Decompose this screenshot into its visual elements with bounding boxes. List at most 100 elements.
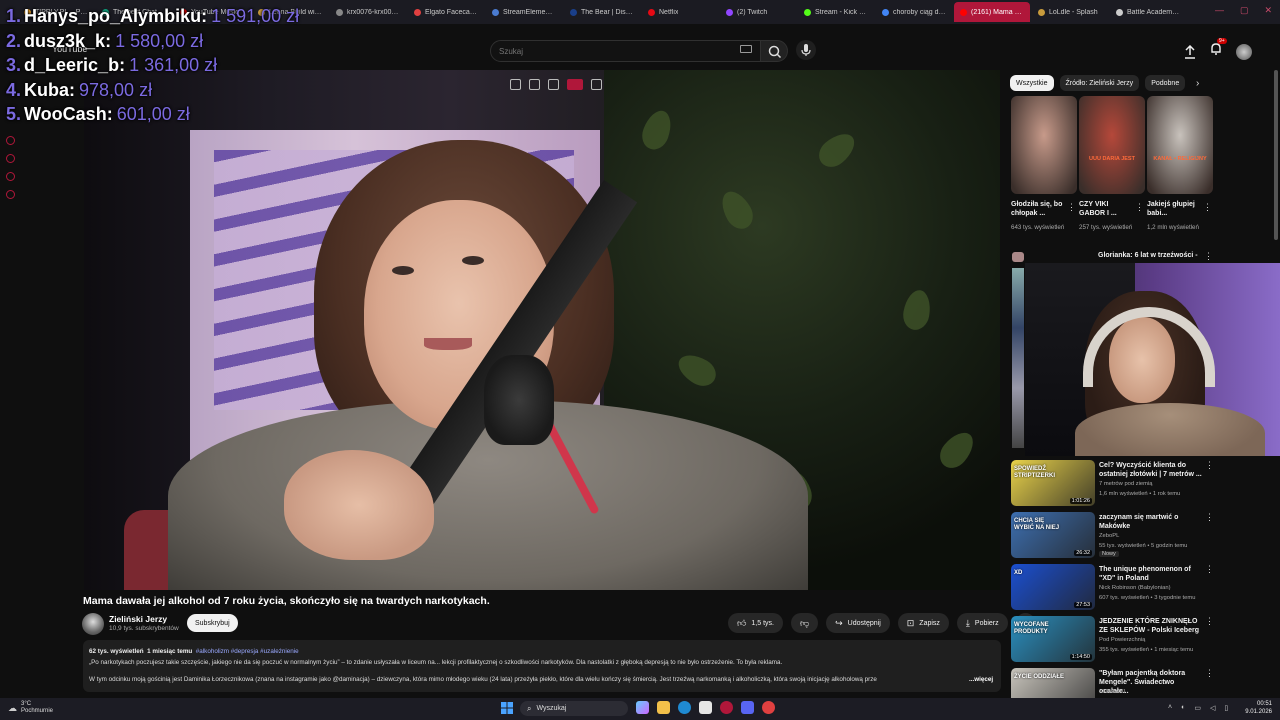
copilot-icon[interactable] xyxy=(636,701,649,714)
taskbar-search[interactable]: ⌕ Wyszukaj xyxy=(520,701,628,716)
recommendation-thumbnail[interactable]: XD 27:53 xyxy=(1011,564,1095,610)
short-title[interactable]: Głodziła się, bo chłopak ... xyxy=(1011,200,1067,220)
filter-chip[interactable]: Źródło: Zieliński Jerzy xyxy=(1059,75,1140,91)
bell-icon xyxy=(1211,43,1221,55)
avatar[interactable] xyxy=(1236,43,1252,60)
recommendation-channel[interactable]: Nick Robinson (Babylonian) xyxy=(1099,584,1171,593)
recommendation-title[interactable]: JEDZENIE KTÓRE ZNIKNĘŁO ZE SKLEPÓW - Pol… xyxy=(1099,617,1203,635)
short-thumbnail[interactable] xyxy=(1011,96,1077,194)
dislike-button[interactable]: 👎︎ xyxy=(790,613,819,633)
short-thumbnail[interactable]: KANAŁ • RELIGIJNY xyxy=(1147,96,1213,194)
voice-search-button[interactable] xyxy=(796,40,816,60)
share-icon: ↪ xyxy=(835,617,843,628)
browser-tab[interactable]: Netflix xyxy=(642,2,718,22)
video-actions: 👍︎ 1,5 tys. 👎︎ ↪ Udostępnij ⊡ Zapisz ⤓ P… xyxy=(728,613,1035,633)
rail-icon[interactable] xyxy=(6,154,15,163)
minimize-icon[interactable]: — xyxy=(1215,5,1224,16)
filter-chip[interactable]: Wszystkie xyxy=(1010,75,1054,91)
start-button[interactable] xyxy=(500,701,514,715)
recommendation-thumbnail[interactable]: WYCOFANE PRODUKTY 1:14:50 xyxy=(1011,616,1095,662)
recommendation-title[interactable]: The unique phenomenon of "XD" in Poland xyxy=(1099,565,1203,583)
page-scrollbar[interactable] xyxy=(1274,70,1278,240)
recommendation-channel[interactable]: 7 metrów pod ziemią xyxy=(1099,480,1152,489)
edge-icon[interactable] xyxy=(678,701,691,714)
miniplayer-icon[interactable] xyxy=(510,79,521,90)
notifications-button[interactable]: 9+ xyxy=(1210,38,1227,61)
subscribe-button[interactable]: Subskrybuj xyxy=(187,614,238,632)
more-options-icon[interactable]: ⋮ xyxy=(1204,251,1213,262)
search-input[interactable] xyxy=(499,46,729,56)
download-button[interactable]: ⤓ Pobierz xyxy=(956,613,1008,633)
video-title: Mama dawała jej alkohol od 7 roku życia,… xyxy=(83,595,490,607)
show-more-link[interactable]: ...więcej xyxy=(969,674,993,685)
short-views: 643 tys. wyświetleń xyxy=(1011,224,1065,231)
upload-icon[interactable] xyxy=(1184,44,1196,59)
hashtags[interactable]: #alkoholizm #depresja #uzależnienie xyxy=(196,648,299,655)
browser-tab[interactable]: choroby ciąg dals... xyxy=(876,2,952,22)
system-clock[interactable]: 00:51 9.01.2026 xyxy=(1245,700,1272,716)
browser-tab[interactable]: The Bear | Disney+ xyxy=(564,2,640,22)
more-options-icon[interactable]: ⋮ xyxy=(1205,564,1214,575)
partial-thumb xyxy=(1012,252,1024,262)
filter-chip[interactable]: Podobne xyxy=(1145,75,1186,91)
weather-widget[interactable]: ☁ 3°C Pochmurnie xyxy=(8,701,53,715)
microphone xyxy=(484,355,554,445)
more-options-icon[interactable]: ⋮ xyxy=(1205,460,1214,471)
close-icon[interactable]: ✕ xyxy=(1264,5,1272,16)
browser-tab[interactable]: (2161) Mama dawała jej al... xyxy=(954,2,1030,22)
save-button[interactable]: ⊡ Zapisz xyxy=(897,613,949,633)
enter-icon[interactable] xyxy=(529,79,540,90)
discord-icon[interactable] xyxy=(741,701,754,714)
video-player[interactable] xyxy=(84,70,1000,590)
battery-icon[interactable]: ▯ xyxy=(1224,704,1228,712)
browser-tab[interactable]: Battle Academia Bl... xyxy=(1110,2,1186,22)
recommendation-channel[interactable]: ZeboPL xyxy=(1099,532,1119,541)
recommendation-channel[interactable]: SKRAWKI xyxy=(1099,688,1126,697)
more-options-icon[interactable]: ⋮ xyxy=(1067,202,1076,213)
more-options-icon[interactable]: ⋮ xyxy=(1203,202,1212,213)
channel-avatar[interactable] xyxy=(82,613,104,635)
chevron-right-icon[interactable]: › xyxy=(1196,78,1199,89)
network-icon[interactable]: ▭ xyxy=(1194,704,1201,712)
theater-mode-icon[interactable] xyxy=(567,79,583,90)
player-top-controls xyxy=(510,79,602,90)
short-title[interactable]: CZY VIKI GABOR I ... xyxy=(1079,200,1135,220)
rail-icon[interactable] xyxy=(6,172,15,181)
app-tray-icon[interactable]: ◐ xyxy=(1181,704,1185,712)
video-description[interactable]: 62 tys. wyświetleń 1 miesiąc temu #alkoh… xyxy=(83,640,1001,692)
short-title[interactable]: Jakiejś głupiej babi... xyxy=(1147,200,1203,220)
recommendation-title[interactable]: Cel? Wyczyścić klienta do ostatniej złot… xyxy=(1099,461,1203,479)
browser-tab[interactable]: krx0076-krx0077... xyxy=(330,2,406,22)
maximize-icon[interactable]: ▢ xyxy=(1240,5,1249,16)
share-button[interactable]: ↪ Udostępnij xyxy=(826,613,890,633)
browser-tab[interactable]: Stream - Kick Das... xyxy=(798,2,874,22)
more-options-icon[interactable]: ⋮ xyxy=(1205,616,1214,627)
notification-badge: 9+ xyxy=(1217,38,1227,44)
store-icon[interactable] xyxy=(699,701,712,714)
keyboard-icon[interactable] xyxy=(740,45,752,53)
file-explorer-icon[interactable] xyxy=(657,701,670,714)
volume-icon[interactable]: ◁ xyxy=(1210,704,1215,712)
more-options-icon[interactable]: ⋮ xyxy=(1205,512,1214,523)
chevron-up-icon[interactable]: ˄ xyxy=(1168,704,1172,712)
channel-name[interactable]: Zieliński Jerzy xyxy=(109,614,167,624)
rail-icon[interactable] xyxy=(6,190,15,199)
browser-tab[interactable]: StreamElements | ... xyxy=(486,2,562,22)
like-button[interactable]: 👍︎ 1,5 tys. xyxy=(728,613,783,633)
more-options-icon[interactable]: ⋮ xyxy=(1205,668,1214,679)
captions-icon[interactable] xyxy=(591,79,602,90)
opera-gx-icon[interactable] xyxy=(720,701,733,714)
recommendation-title[interactable]: zaczynam się martwić o Makówke xyxy=(1099,513,1203,531)
browser-tab[interactable]: LoLdle - Splash xyxy=(1032,2,1108,22)
browser-tab[interactable]: Elgato Facecam M... xyxy=(408,2,484,22)
recommendation-thumbnail[interactable]: SPOWIEDŹ STRIPTIZERKI 1:01:26 xyxy=(1011,460,1095,506)
short-thumbnail[interactable]: UUU DARIA JEST xyxy=(1079,96,1145,194)
rail-icon[interactable] xyxy=(6,136,15,145)
more-options-icon[interactable]: ⋮ xyxy=(1135,202,1144,213)
skip-icon[interactable] xyxy=(548,79,559,90)
recommendation-thumbnail[interactable]: CHCIA SIĘ WYBIĆ NA NIEJ 26:32 xyxy=(1011,512,1095,558)
recommendation-channel[interactable]: Pod Powierzchnią xyxy=(1099,636,1145,645)
search-button[interactable] xyxy=(760,40,788,62)
app-icon[interactable] xyxy=(762,701,775,714)
browser-tab[interactable]: (2) Twitch xyxy=(720,2,796,22)
